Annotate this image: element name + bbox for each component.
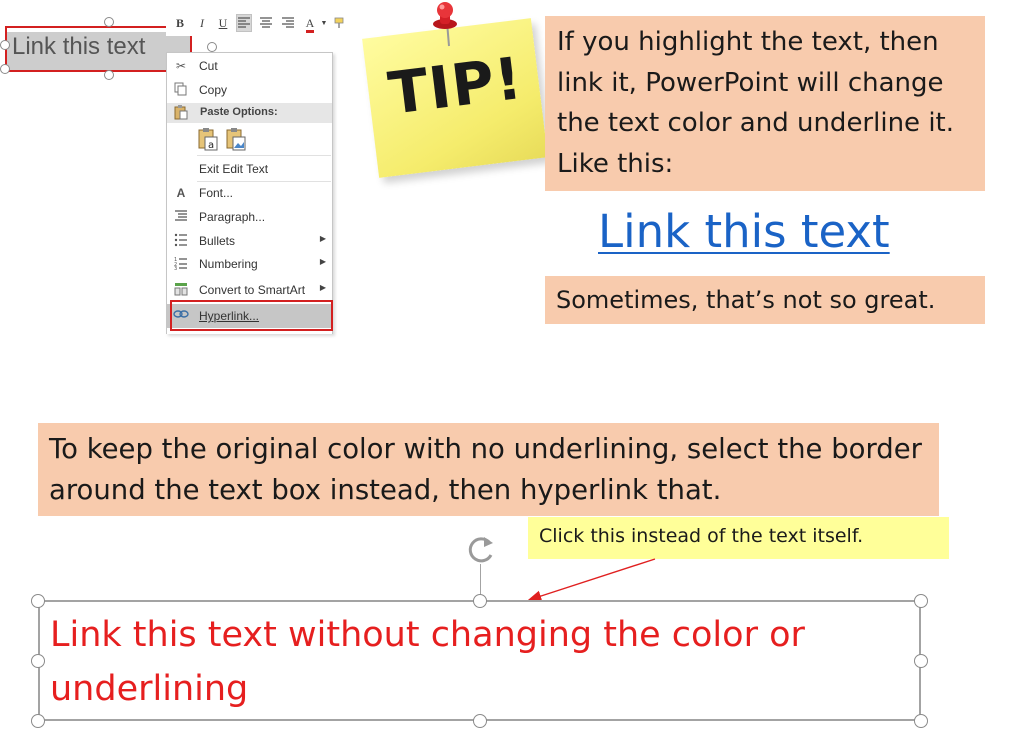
menu-item-cut[interactable]: ✂ Cut (167, 55, 332, 77)
paste-keep-text-icon: a (198, 128, 218, 151)
menu-item-label: Font... (199, 186, 234, 200)
resize-handle[interactable] (31, 594, 45, 608)
align-center-icon (260, 17, 272, 28)
instruction-box: To keep the original color with no under… (38, 423, 939, 516)
context-menu: ✂ Cut Copy Paste Options: a Exit Edit Te… (166, 52, 333, 334)
svg-text:a: a (208, 140, 214, 151)
menu-item-label: Paragraph... (199, 210, 266, 224)
numbering-icon: 123 (173, 256, 189, 272)
tip-line: If you highlight the text, then (557, 27, 939, 57)
tip-explanation-box: If you highlight the text, then link it,… (545, 16, 985, 191)
menu-item-bullets[interactable]: Bullets ▶ (167, 230, 332, 252)
mini-toolbar: B I U A ▼ (166, 8, 350, 36)
format-painter-icon (334, 17, 344, 28)
pushpin-icon (427, 2, 467, 50)
italic-button[interactable]: I (194, 14, 210, 32)
font-color-icon: A (305, 17, 315, 33)
menu-item-paragraph[interactable]: Paragraph... (167, 206, 332, 228)
resize-handle[interactable] (0, 40, 10, 50)
resize-handle[interactable] (914, 714, 928, 728)
menu-item-label: Copy (199, 83, 228, 97)
hyperlink-highlight-frame (170, 300, 333, 331)
align-right-button[interactable] (280, 14, 296, 32)
paragraph-icon (173, 209, 189, 225)
font-icon: A (176, 186, 186, 200)
scissors-icon: ✂ (175, 59, 187, 73)
menu-item-label: Cut (199, 59, 218, 73)
align-left-icon (238, 17, 250, 28)
resize-handle[interactable] (104, 17, 114, 27)
tip-line: the text color and underline it. (557, 108, 954, 138)
tip-note-text: TIP! (384, 43, 527, 128)
warning-text: Sometimes, that’s not so great. (556, 286, 936, 314)
svg-text:3: 3 (174, 266, 177, 270)
paste-picture-icon (226, 128, 246, 151)
font-color-button[interactable]: A (302, 14, 318, 33)
menu-item-label: Bullets (199, 234, 236, 248)
instruction-line: around the text box instead, then hyperl… (49, 474, 722, 506)
menu-item-label: Convert to SmartArt (199, 283, 306, 297)
resize-handle[interactable] (31, 714, 45, 728)
paste-options-header: Paste Options: (167, 103, 332, 123)
warning-box: Sometimes, that’s not so great. (545, 276, 985, 324)
smartart-icon (173, 282, 189, 298)
menu-item-copy[interactable]: Copy (167, 79, 332, 101)
menu-item-exit-edit-text[interactable]: Exit Edit Text (167, 158, 332, 180)
paste-keep-text-button[interactable]: a (197, 127, 219, 151)
chevron-right-icon: ▶ (319, 257, 326, 266)
bullets-icon (173, 233, 189, 249)
align-left-button[interactable] (236, 14, 252, 32)
resize-handle[interactable] (473, 594, 487, 608)
tip-line: link it, PowerPoint will change (557, 67, 944, 98)
callout-text: Click this instead of the text itself. (539, 525, 864, 547)
clipboard-icon (174, 105, 188, 123)
menu-item-font[interactable]: A Font... (167, 182, 332, 204)
selected-text-highlight-frame (5, 26, 192, 72)
example-text[interactable]: Link this text without changing the colo… (50, 608, 910, 716)
resize-handle[interactable] (104, 70, 114, 80)
paste-options-label: Paste Options: (200, 106, 278, 118)
rotate-handle[interactable] (207, 42, 217, 52)
sample-hyperlink[interactable]: Link this text (598, 205, 890, 258)
menu-item-label: Numbering (199, 257, 258, 271)
menu-item-numbering[interactable]: 123 Numbering ▶ (167, 253, 332, 275)
menu-item-label: Exit Edit Text (199, 162, 269, 176)
format-painter-button[interactable] (332, 14, 348, 32)
paste-picture-button[interactable] (225, 127, 247, 151)
menu-separator (197, 155, 331, 156)
copy-icon (173, 82, 189, 98)
resize-handle[interactable] (914, 594, 928, 608)
menu-item-convert-to-smartart[interactable]: Convert to SmartArt ▶ (167, 279, 332, 301)
resize-handle[interactable] (31, 654, 45, 668)
chevron-right-icon: ▶ (319, 234, 326, 243)
callout-note: Click this instead of the text itself. (528, 517, 949, 559)
align-center-button[interactable] (258, 14, 274, 32)
resize-handle[interactable] (473, 714, 487, 728)
bold-button[interactable]: B (172, 14, 188, 32)
tip-line: Like this: (557, 148, 674, 179)
example-line: Link this text without changing the colo… (50, 615, 805, 655)
rotate-icon[interactable] (463, 533, 499, 569)
resize-handle[interactable] (0, 64, 10, 74)
instruction-line: To keep the original color with no under… (49, 433, 922, 465)
underline-button[interactable]: U (215, 14, 231, 32)
chevron-right-icon: ▶ (319, 283, 326, 292)
callout-arrow (520, 555, 660, 605)
align-right-icon (282, 17, 294, 28)
chevron-down-icon[interactable]: ▼ (320, 14, 328, 32)
example-line: underlining (50, 669, 249, 709)
resize-handle[interactable] (914, 654, 928, 668)
